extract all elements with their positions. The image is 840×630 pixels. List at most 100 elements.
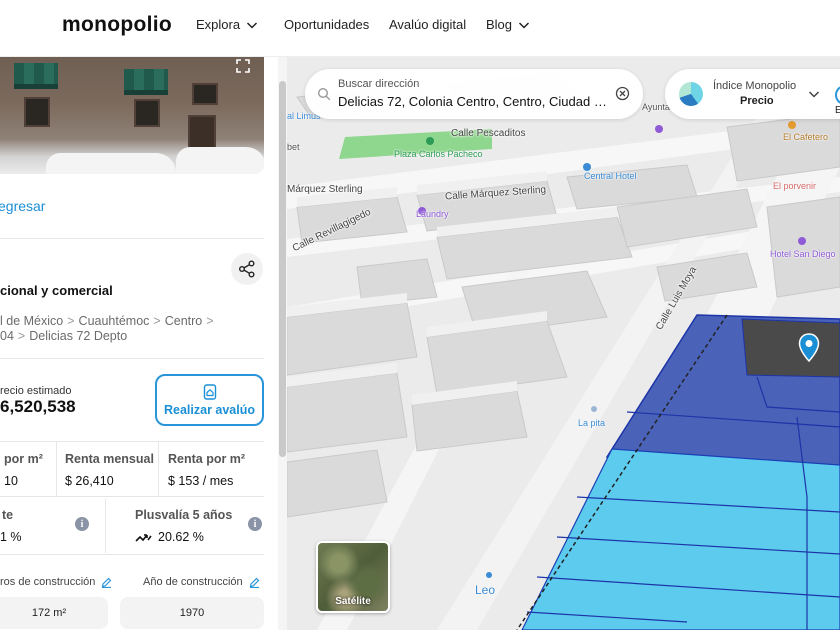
nav-oportunidades-label: Oportunidades bbox=[284, 17, 370, 32]
breadcrumb: l de México > Cuauhtémoc > Centro > 04 > Delici… bbox=[0, 314, 264, 344]
stat-label: por m² bbox=[4, 452, 43, 466]
search-input[interactable]: Delicias 72, Colonia Centro, Centro, Ciu… bbox=[338, 94, 613, 109]
chevron-down-icon bbox=[808, 91, 820, 98]
divider bbox=[56, 441, 57, 497]
breadcrumb-separator: > bbox=[67, 314, 75, 328]
nav-oportunidades[interactable]: Oportunidades bbox=[284, 17, 369, 32]
car bbox=[176, 147, 264, 174]
divider bbox=[0, 358, 264, 359]
satellite-toggle[interactable]: Satélite bbox=[316, 541, 390, 613]
indice-selector[interactable]: Índice Monopolio Precio E bbox=[665, 69, 840, 119]
rendimiento-label: te bbox=[2, 508, 14, 522]
window bbox=[134, 99, 160, 127]
search-label: Buscar dirección bbox=[338, 78, 420, 90]
place-label[interactable]: El Cafetero bbox=[783, 132, 828, 142]
street-label: Márquez Sterling bbox=[287, 184, 363, 195]
stat-renta-m2: Renta por m² $ 153 / mes bbox=[168, 442, 245, 498]
ano-construccion-label: Año de construcción bbox=[143, 576, 260, 588]
place-label[interactable]: Plaza Carlos Pacheco bbox=[394, 149, 483, 159]
plusvalia-label: Plusvalía 5 años bbox=[135, 508, 233, 522]
nav-explora-label: Explora bbox=[196, 17, 241, 32]
breadcrumb-current: Delicias 72 Depto bbox=[29, 329, 128, 343]
stat-value: $ 153 / mes bbox=[168, 474, 234, 488]
property-photo[interactable] bbox=[0, 57, 264, 174]
chevron-down-icon bbox=[247, 21, 258, 29]
address-search[interactable]: Buscar dirección Delicias 72, Colonia Ce… bbox=[305, 69, 643, 119]
place-label[interactable]: El porvenir bbox=[773, 181, 816, 191]
expand-icon[interactable] bbox=[236, 59, 250, 73]
indice-value: Precio bbox=[740, 95, 774, 107]
stat-value: $ 26,410 bbox=[65, 474, 114, 488]
metros-construccion-label: ros de construcción bbox=[0, 576, 112, 588]
divider bbox=[0, 554, 264, 555]
place-label[interactable]: Laundry bbox=[416, 209, 449, 219]
stat-precio-m2: por m² 10 bbox=[4, 442, 43, 498]
place-label[interactable]: La pita bbox=[578, 418, 605, 428]
street-label: Calle Pescaditos bbox=[451, 128, 526, 139]
layer-toggle-label: E bbox=[835, 105, 840, 116]
house-document-icon bbox=[203, 383, 216, 400]
realizar-avaluo-button[interactable]: Realizar avalúo bbox=[155, 374, 264, 426]
breadcrumb-separator: > bbox=[17, 329, 26, 343]
search-icon bbox=[317, 87, 331, 101]
clear-icon[interactable] bbox=[615, 86, 630, 101]
place-label[interactable]: Hotel San Diego bbox=[770, 249, 836, 259]
field-label: Año de construcción bbox=[143, 576, 243, 588]
breadcrumb-item[interactable]: Cuauhtémoc bbox=[79, 314, 150, 328]
trend-up-icon bbox=[135, 534, 152, 542]
nav-avaluo-digital[interactable]: Avalúo digital bbox=[389, 17, 466, 32]
plusvalia-value: 20.62 % bbox=[135, 530, 204, 544]
location-pin-icon[interactable] bbox=[798, 333, 820, 363]
property-type: cional y comercial bbox=[0, 283, 113, 298]
stat-renta-mensual: Renta mensual $ 26,410 bbox=[65, 442, 154, 498]
top-navbar: monopolio Explora Oportunidades Avalúo d… bbox=[0, 0, 840, 57]
stat-label: Renta por m² bbox=[168, 452, 246, 466]
divider bbox=[158, 441, 159, 497]
back-link[interactable]: egresar bbox=[0, 198, 45, 214]
place-label[interactable]: Leo bbox=[475, 583, 495, 597]
map-view[interactable]: Calle Pescaditos Márquez Sterling Calle … bbox=[287, 57, 840, 630]
divider bbox=[105, 499, 106, 553]
info-icon[interactable]: i bbox=[248, 517, 262, 531]
ano-construccion-field[interactable]: 1970 bbox=[120, 597, 264, 629]
scrollbar-thumb[interactable] bbox=[279, 81, 286, 457]
edit-icon[interactable] bbox=[101, 577, 112, 588]
divider bbox=[0, 238, 264, 239]
breadcrumb-separator: > bbox=[206, 314, 214, 328]
info-icon[interactable]: i bbox=[75, 517, 89, 531]
chevron-down-icon bbox=[519, 21, 530, 29]
price-label: recio estimado bbox=[0, 385, 72, 397]
price-value: 6,520,538 bbox=[0, 397, 76, 416]
panel-scrollbar[interactable] bbox=[278, 57, 287, 630]
rendimiento-value: 1 % bbox=[0, 530, 22, 544]
stat-value: 10 bbox=[4, 474, 18, 488]
stat-label: Renta mensual bbox=[65, 452, 154, 466]
nav-avaluo-label: Avalúo digital bbox=[389, 17, 467, 32]
layer-toggle[interactable] bbox=[835, 85, 840, 105]
share-button[interactable] bbox=[231, 253, 263, 285]
property-panel: egresar cional y comercial l de México > C… bbox=[0, 57, 278, 630]
place-label[interactable]: Ayunta bbox=[642, 102, 670, 112]
nav-blog[interactable]: Blog bbox=[486, 17, 530, 32]
breadcrumb-separator: > bbox=[153, 314, 161, 328]
plusvalia-value-text: 20.62 % bbox=[158, 530, 204, 544]
indice-label: Índice Monopolio bbox=[713, 80, 797, 92]
place-label[interactable]: Central Hotel bbox=[584, 171, 637, 181]
rendimiento-value-text: 1 % bbox=[0, 530, 22, 544]
breadcrumb-item[interactable]: 04 bbox=[0, 329, 14, 343]
nav-blog-label: Blog bbox=[486, 17, 513, 32]
indice-logo-icon bbox=[679, 82, 703, 106]
breadcrumb-item[interactable]: Centro bbox=[165, 314, 203, 328]
awning bbox=[14, 63, 58, 89]
breadcrumb-item[interactable]: l de México bbox=[0, 314, 63, 328]
realizar-avaluo-label: Realizar avalúo bbox=[163, 402, 255, 417]
brand-logo[interactable]: monopolio bbox=[62, 13, 172, 37]
place-label[interactable]: bet bbox=[287, 142, 300, 152]
metros-construccion-field[interactable]: 172 m² bbox=[0, 597, 108, 629]
stats-grid: por m² 10 Renta mensual $ 26,410 Renta p… bbox=[0, 441, 264, 497]
window bbox=[192, 83, 218, 105]
nav-explora[interactable]: Explora bbox=[196, 17, 258, 32]
edit-icon[interactable] bbox=[249, 577, 260, 588]
car bbox=[46, 153, 176, 174]
share-icon bbox=[239, 260, 255, 278]
